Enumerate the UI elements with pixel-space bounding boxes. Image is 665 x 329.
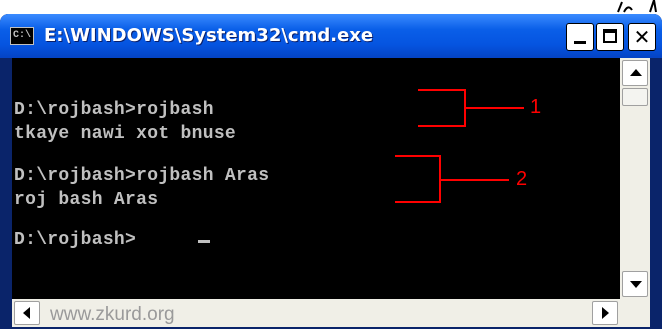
arrow-left-icon (23, 307, 30, 319)
console-output[interactable]: D:\rojbash>rojbash tkaye nawi xot bnuse … (12, 58, 620, 299)
scroll-right-button[interactable] (592, 301, 618, 325)
maximize-icon (603, 29, 617, 43)
scroll-down-button[interactable] (622, 271, 648, 297)
watermark-text: www.zkurd.org (50, 304, 175, 325)
close-button[interactable]: ✕ (628, 23, 656, 51)
minimize-icon (574, 41, 586, 44)
title-bar[interactable]: C:\ E:\WINDOWS\System32\cmd.exe ✕ (0, 14, 662, 58)
bracket-1 (418, 89, 524, 127)
cmd-icon[interactable]: C:\ (10, 27, 34, 45)
arrow-right-icon (602, 307, 609, 319)
maximize-button[interactable] (596, 23, 624, 51)
minimize-button[interactable] (566, 23, 594, 51)
vertical-scrollbar[interactable] (620, 58, 650, 299)
window-frame: D:\rojbash>rojbash tkaye nawi xot bnuse … (0, 58, 662, 329)
arrow-up-icon (630, 69, 642, 76)
window-title: E:\WINDOWS\System32\cmd.exe (44, 25, 374, 46)
annotation-label-1: 1 (530, 96, 542, 118)
annotation-label-2: 2 (516, 168, 528, 190)
bracket-2 (395, 155, 509, 203)
scroll-up-button[interactable] (622, 60, 648, 86)
scroll-left-button[interactable] (14, 301, 40, 325)
scrollbar-corner (620, 299, 650, 327)
cropped-decoration (617, 0, 657, 13)
close-icon: ✕ (633, 25, 651, 49)
annotation-overlay (395, 89, 524, 203)
scroll-thumb[interactable] (622, 88, 648, 106)
cmd-window: C:\ E:\WINDOWS\System32\cmd.exe ✕ D:\roj… (0, 14, 662, 329)
arrow-down-icon (630, 281, 642, 288)
